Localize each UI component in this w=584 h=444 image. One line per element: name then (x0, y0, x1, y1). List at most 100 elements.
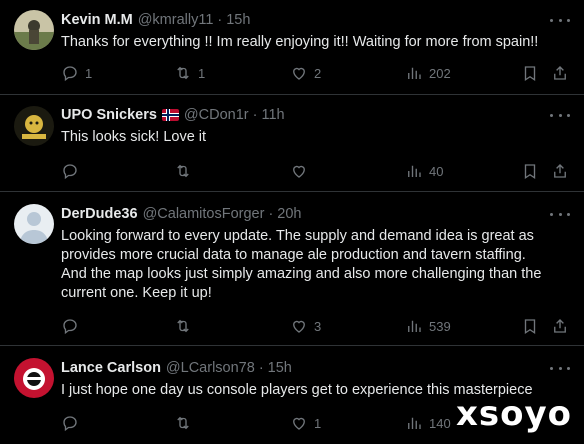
display-name[interactable]: UPO Snickers (61, 107, 157, 123)
bookmark-button[interactable] (521, 316, 539, 336)
display-name[interactable]: Lance Carlson (61, 360, 161, 376)
views-button[interactable]: 140 (405, 413, 451, 433)
reply-icon (63, 66, 77, 82)
share-icon (554, 66, 566, 80)
display-name[interactable]: DerDude36 (61, 206, 138, 222)
share-button[interactable] (551, 63, 569, 83)
heart-icon (293, 165, 305, 178)
like-count: 2 (314, 65, 322, 81)
like-button[interactable]: 1 (290, 413, 321, 433)
timestamp[interactable]: 15h (268, 360, 292, 376)
like-button[interactable] (290, 161, 314, 181)
analytics-icon (408, 417, 421, 429)
tweet-header: Lance Carlson @LCarlson78 · 15h (61, 358, 292, 378)
tweet-text: Looking forward to every update. The sup… (61, 227, 570, 303)
views-button[interactable]: 202 (405, 63, 451, 83)
tweet-text: Thanks for everything !! Im really enjoy… (61, 34, 539, 50)
timestamp[interactable]: 15h (226, 12, 250, 28)
view-count: 202 (429, 65, 451, 81)
retweet-icon (177, 66, 189, 80)
bookmark-icon (524, 164, 536, 180)
more-icon[interactable] (550, 358, 570, 378)
retweet-count: 1 (198, 65, 206, 81)
avatar-image (14, 204, 54, 244)
display-name[interactable]: Kevin M.M (61, 12, 133, 28)
retweet-icon (177, 416, 189, 430)
separator: · (268, 206, 274, 222)
reply-button[interactable] (61, 413, 85, 433)
like-button[interactable]: 2 (290, 63, 321, 83)
tweet-text-line: And the map looks just simply amazing an… (61, 266, 542, 282)
share-button[interactable] (551, 316, 569, 336)
bookmark-icon (524, 66, 536, 82)
user-handle[interactable]: @kmrally11 (138, 12, 214, 28)
tweet[interactable]: UPO Snickers @CDon1r · 11h This looks si… (0, 95, 584, 192)
view-count: 539 (429, 318, 451, 334)
bookmark-icon (524, 319, 536, 335)
user-handle[interactable]: @CDon1r (184, 107, 249, 123)
avatar[interactable] (14, 358, 54, 398)
user-handle[interactable]: @LCarlson78 (166, 360, 255, 376)
avatar-image (14, 106, 54, 146)
reply-count: 1 (85, 65, 93, 81)
tweet-text-line: Looking forward to every update. The sup… (61, 228, 534, 244)
timestamp[interactable]: 20h (277, 206, 301, 222)
separator: · (217, 12, 223, 28)
share-icon (554, 319, 566, 333)
like-count: 3 (314, 318, 322, 334)
retweet-icon (177, 319, 189, 333)
reply-button[interactable]: 1 (61, 63, 92, 83)
retweet-button[interactable] (174, 413, 198, 433)
retweet-icon (177, 164, 189, 178)
reply-icon (63, 416, 77, 432)
views-button[interactable]: 40 (405, 161, 443, 181)
more-icon[interactable] (550, 10, 570, 30)
retweet-button[interactable]: 1 (174, 63, 205, 83)
tweet-text: This looks sick! Love it (61, 129, 207, 145)
retweet-button[interactable] (174, 161, 198, 181)
tweet-text-line: current one. Keep it up! (61, 285, 212, 301)
tweet-header: DerDude36 @CalamitosForger · 20h (61, 204, 302, 224)
reply-button[interactable] (61, 161, 85, 181)
analytics-icon (408, 320, 421, 332)
tweet[interactable]: DerDude36 @CalamitosForger · 20h Looking… (0, 192, 584, 346)
like-count: 1 (314, 415, 322, 431)
watermark: xsoyo (455, 394, 572, 434)
avatar-image (14, 10, 54, 50)
avatar[interactable] (14, 204, 54, 244)
views-button[interactable]: 539 (405, 316, 451, 336)
separator: · (258, 360, 264, 376)
norway-flag-icon (161, 109, 179, 121)
heart-icon (293, 320, 305, 333)
analytics-icon (408, 67, 421, 79)
action-bar: 3 539 (61, 316, 570, 336)
timestamp[interactable]: 11h (261, 107, 284, 123)
tweet-header: Kevin M.M @kmrally11 · 15h (61, 10, 250, 30)
separator: · (252, 107, 258, 123)
bookmark-button[interactable] (521, 63, 539, 83)
heart-icon (293, 67, 305, 80)
reply-icon (63, 164, 77, 180)
heart-icon (293, 417, 305, 430)
more-icon[interactable] (550, 204, 570, 224)
view-count: 40 (429, 163, 444, 179)
reply-icon (63, 319, 77, 335)
analytics-icon (408, 165, 421, 177)
share-icon (554, 164, 566, 178)
avatar[interactable] (14, 10, 54, 50)
retweet-button[interactable] (174, 316, 198, 336)
tweet[interactable]: Kevin M.M @kmrally11 · 15h Thanks for ev… (0, 0, 584, 95)
avatar-image (14, 358, 54, 398)
user-handle[interactable]: @CalamitosForger (143, 206, 265, 222)
more-icon[interactable] (550, 105, 570, 125)
like-button[interactable]: 3 (290, 316, 321, 336)
tweet-header: UPO Snickers @CDon1r · 11h (61, 105, 285, 125)
avatar[interactable] (14, 106, 54, 146)
action-bar: 1 1 2 202 (61, 63, 570, 83)
tweet-text-line: provides more crucial data to manage ale… (61, 247, 526, 263)
view-count: 140 (429, 415, 451, 431)
share-button[interactable] (551, 161, 569, 181)
bookmark-button[interactable] (521, 161, 539, 181)
reply-button[interactable] (61, 316, 85, 336)
action-bar: 40 (61, 161, 570, 181)
